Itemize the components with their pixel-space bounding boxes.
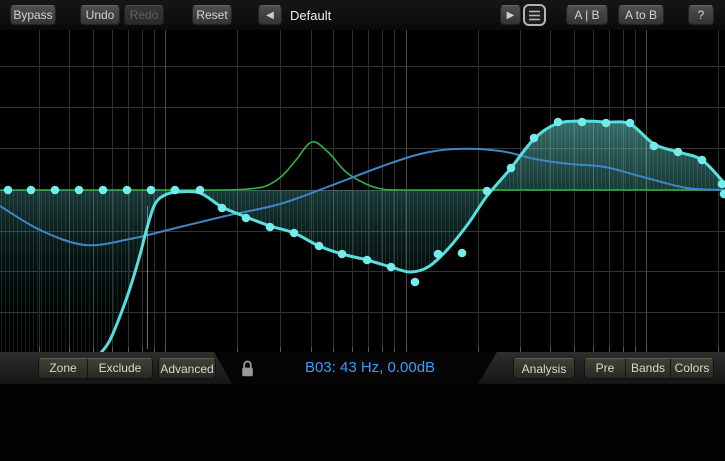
preset-menu-button[interactable] (523, 4, 546, 26)
zone-exclude-group: Zone Exclude (38, 358, 153, 379)
preset-name[interactable]: Default (290, 8, 331, 23)
a-to-b-button[interactable]: A to B (618, 5, 664, 25)
menu-icon (528, 10, 541, 21)
help-button[interactable]: ? (688, 5, 714, 25)
analysis-button[interactable]: Analysis (513, 358, 575, 379)
pre-button[interactable]: Pre (585, 359, 625, 378)
exclude-button[interactable]: Exclude (87, 359, 152, 378)
preset-play-button[interactable]: ▶ (500, 5, 521, 25)
lock-icon (240, 359, 255, 378)
redo-button[interactable]: Redo (124, 5, 164, 25)
prev-icon: ◀ (266, 10, 274, 21)
advanced-button[interactable]: Advanced (158, 358, 216, 379)
lock-button[interactable] (240, 359, 255, 383)
ab-compare-button[interactable]: A | B (566, 5, 608, 25)
play-icon: ▶ (507, 10, 515, 21)
colors-button[interactable]: Colors (670, 359, 713, 378)
bypass-button[interactable]: Bypass (10, 5, 56, 25)
bands-button[interactable]: Bands (625, 359, 670, 378)
footer-panel: NUGEN Audio • • • SEQ-S Linear Phase Spl… (0, 384, 725, 461)
toolbar: Bypass Undo Redo Reset ◀ Default ▶ A | B… (0, 0, 725, 30)
reset-button[interactable]: Reset (192, 5, 232, 25)
band-readout: B03: 43 Hz, 0.00dB (260, 359, 480, 376)
seq-s-plugin-window: Bypass Undo Redo Reset ◀ Default ▶ A | B… (0, 0, 725, 461)
eq-graph[interactable] (0, 30, 725, 352)
undo-button[interactable]: Undo (80, 5, 120, 25)
eq-graph-panel (0, 30, 725, 352)
view-options-group: Pre Bands Colors (584, 358, 714, 379)
preset-prev-button[interactable]: ◀ (258, 5, 282, 25)
zone-button[interactable]: Zone (39, 359, 87, 378)
